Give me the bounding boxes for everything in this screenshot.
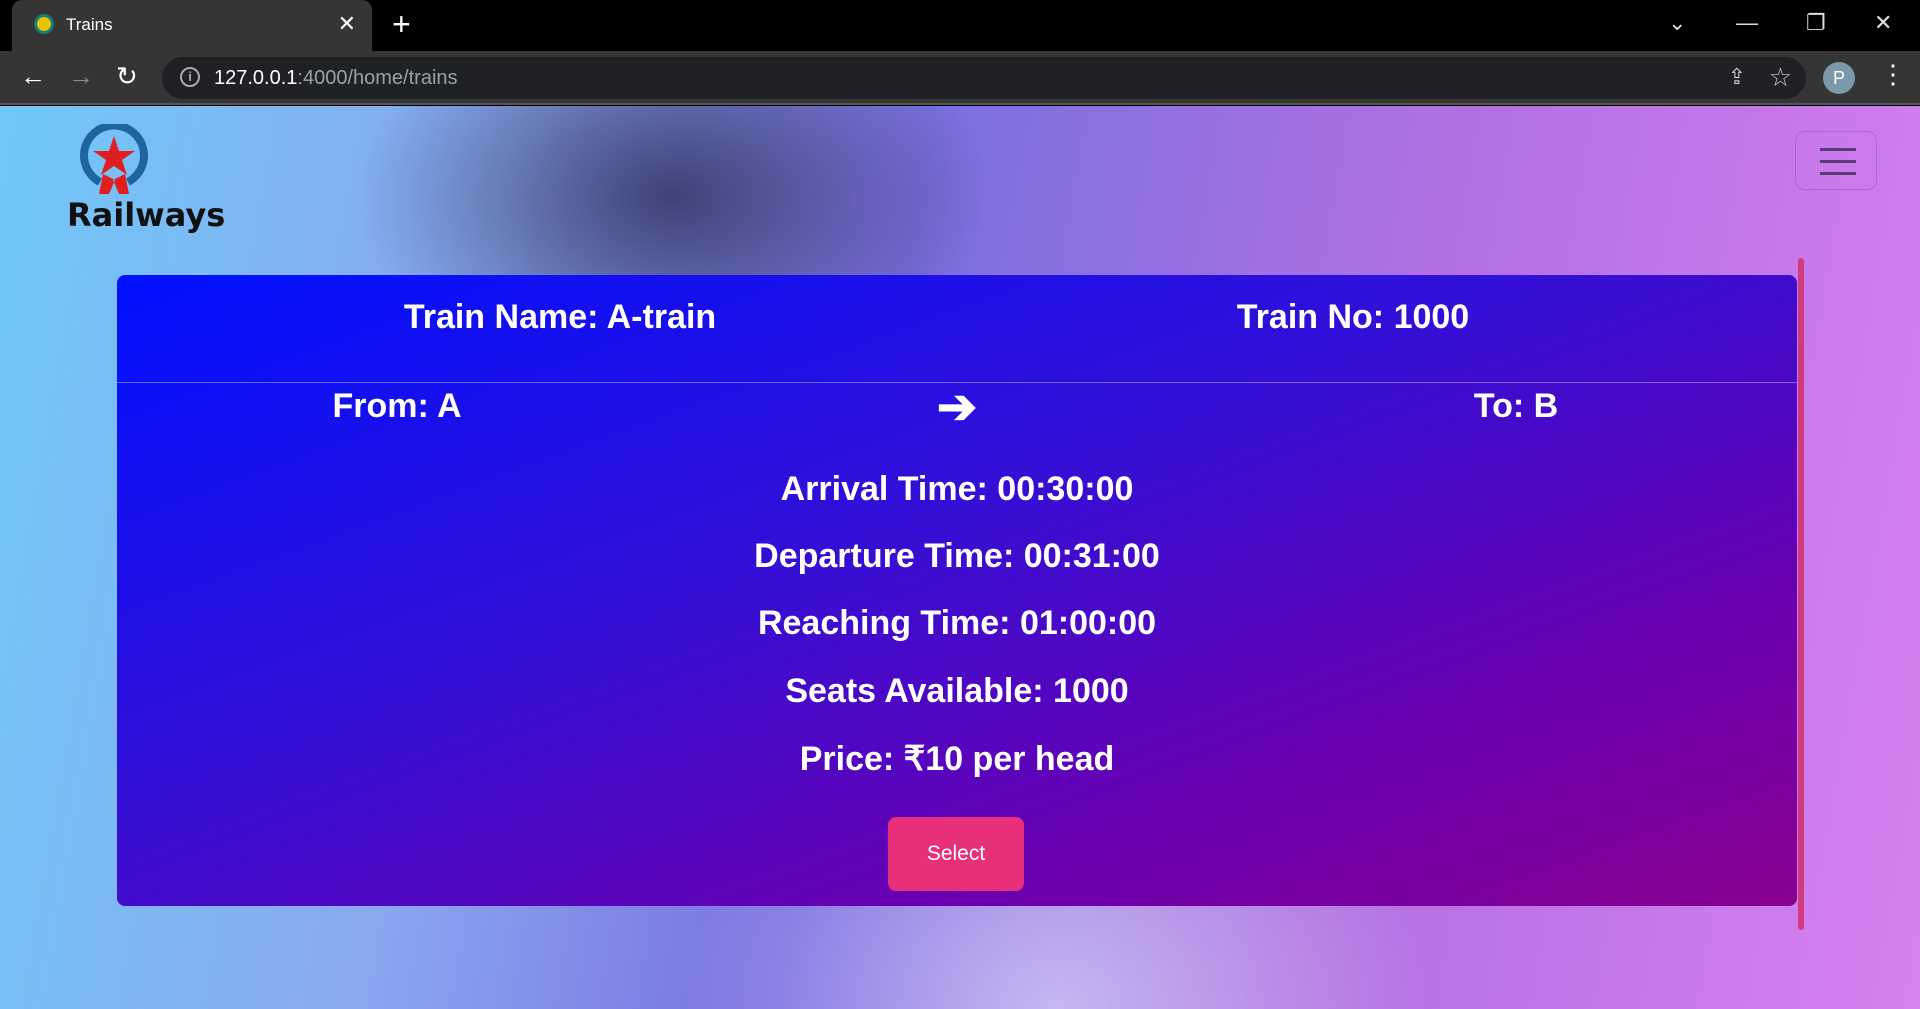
forward-icon[interactable]: →: [68, 61, 94, 92]
brand-name: Railways: [67, 196, 226, 234]
navbar-toggle-button[interactable]: [1795, 131, 1877, 190]
browser-toolbar: ← → ↻ i 127.0.0.1:4000/home/trains ⇪ ☆ P…: [0, 51, 1920, 105]
restore-icon[interactable]: ❐: [1806, 10, 1826, 36]
close-window-icon[interactable]: ✕: [1874, 10, 1892, 36]
site-info-icon[interactable]: i: [180, 67, 200, 87]
tab-search-icon[interactable]: ⌄: [1668, 10, 1686, 36]
arrow-right-icon: ➔: [936, 381, 978, 434]
url-text[interactable]: 127.0.0.1:4000/home/trains: [214, 67, 458, 90]
price: Price: ₹10 per head: [799, 740, 1115, 778]
close-tab-icon[interactable]: ✕: [338, 11, 356, 37]
browser-tab[interactable]: Trains ✕: [12, 0, 372, 51]
train-name: Train Name: A-train: [403, 298, 717, 336]
share-icon[interactable]: ⇪: [1728, 64, 1746, 90]
from-station: From: A: [332, 387, 462, 425]
railways-logo[interactable]: Railways: [65, 121, 225, 234]
new-tab-icon[interactable]: +: [392, 6, 411, 43]
departure-time: Departure Time: 00:31:00: [754, 537, 1160, 575]
train-card-header: Train Name: A-train Train No: 1000: [117, 275, 1797, 383]
train-number: Train No: 1000: [1236, 298, 1470, 336]
address-bar[interactable]: i 127.0.0.1:4000/home/trains ⇪ ☆: [162, 57, 1806, 99]
to-station: To: B: [1473, 387, 1559, 425]
bookmark-star-icon[interactable]: ☆: [1769, 62, 1792, 93]
seats-available: Seats Available: 1000: [785, 672, 1129, 710]
back-icon[interactable]: ←: [20, 61, 46, 92]
hamburger-icon: [1820, 148, 1856, 151]
train-card: Train Name: A-train Train No: 1000 From:…: [117, 275, 1797, 906]
reload-icon[interactable]: ↻: [116, 61, 138, 92]
logo-emblem-icon: [80, 121, 148, 194]
favicon-icon: [34, 14, 54, 34]
select-button[interactable]: Select: [888, 817, 1024, 891]
arrival-time: Arrival Time: 00:30:00: [780, 470, 1134, 508]
profile-avatar[interactable]: P: [1823, 62, 1855, 94]
tab-title: Trains: [66, 15, 113, 34]
browser-menu-icon[interactable]: ⋮: [1880, 59, 1906, 90]
reaching-time: Reaching Time: 01:00:00: [757, 604, 1157, 642]
tab-strip: Trains ✕ + ⌄ — ❐ ✕: [0, 0, 1920, 51]
page-viewport: Railways Train Name: A-train Train No: 1…: [0, 106, 1920, 1009]
minimize-icon[interactable]: —: [1736, 10, 1758, 36]
scrollbar[interactable]: [1798, 258, 1804, 930]
